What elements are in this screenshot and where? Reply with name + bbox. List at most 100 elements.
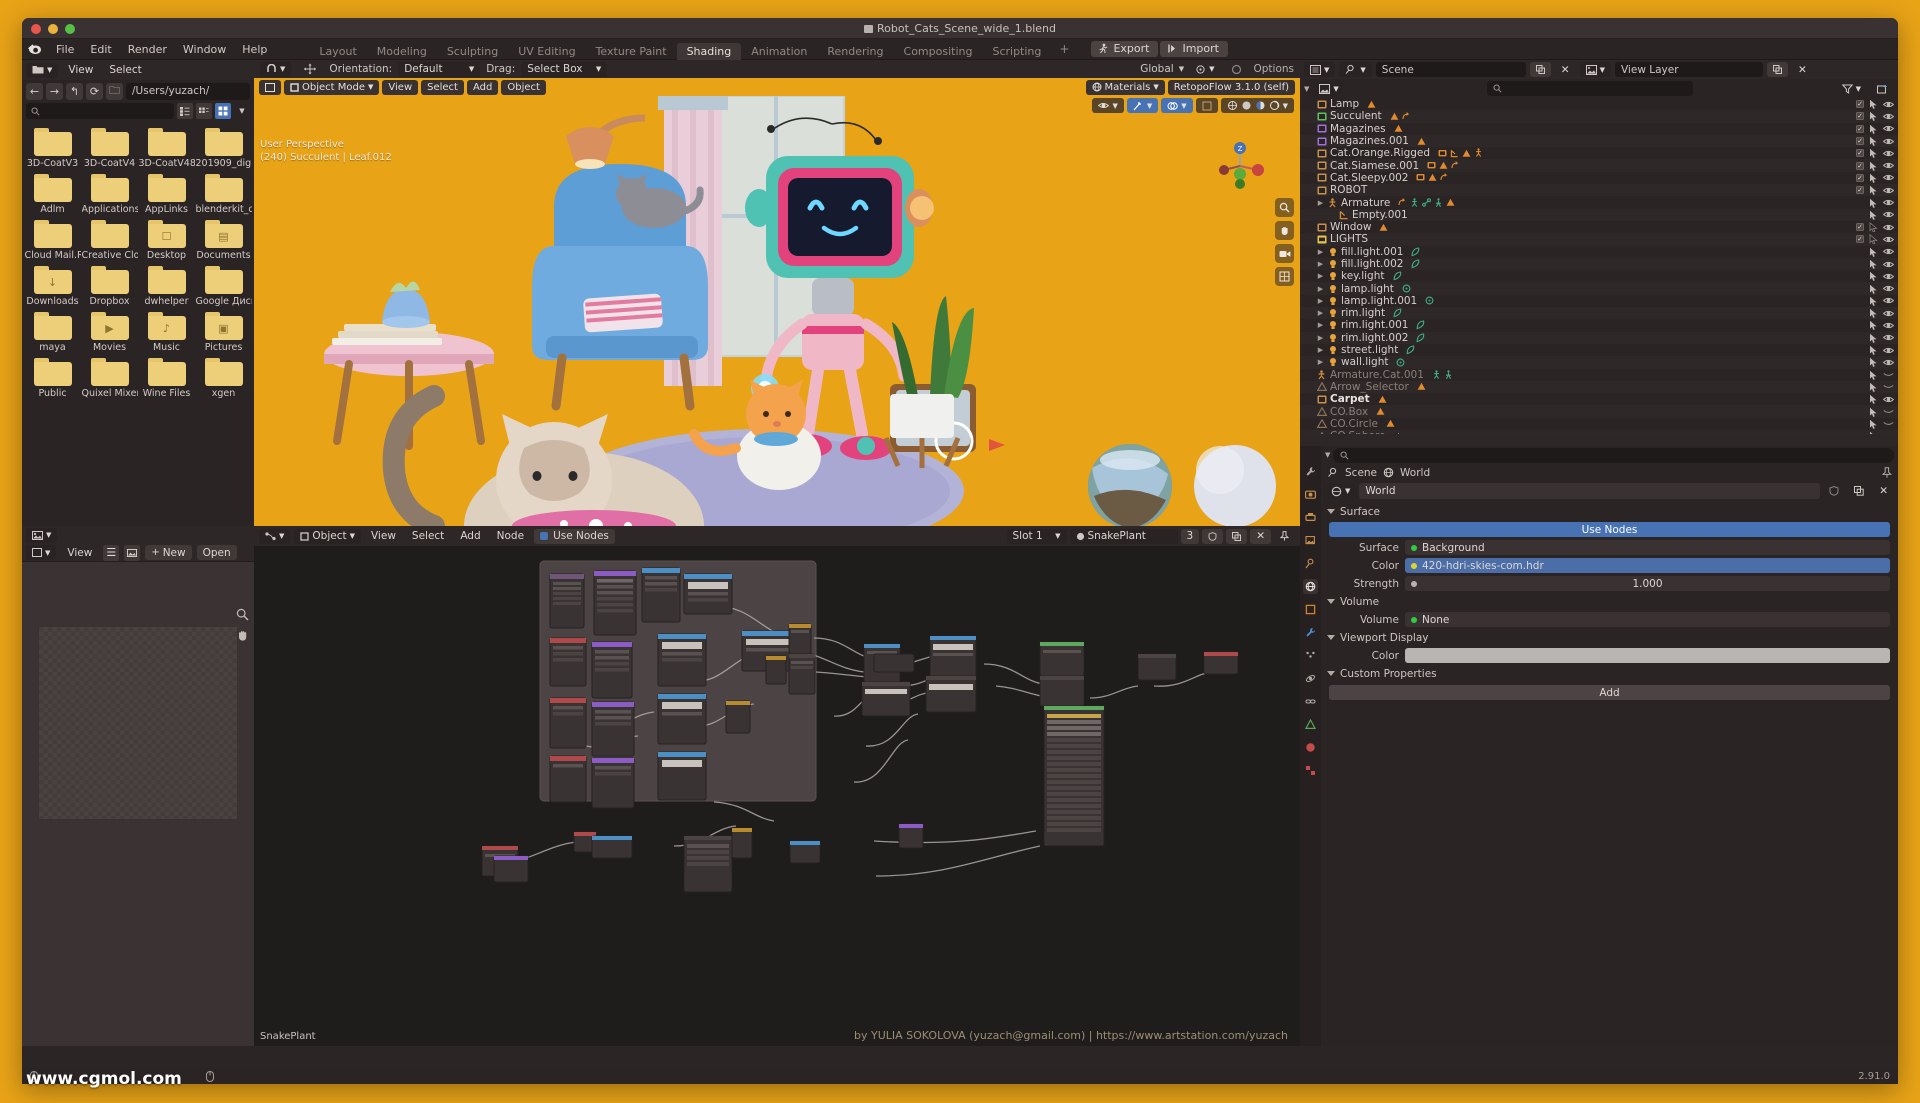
shader-node-menu[interactable]: Node	[491, 529, 530, 544]
volume-field-value[interactable]: None	[1405, 612, 1890, 627]
tab-animation[interactable]: Animation	[741, 43, 817, 60]
outliner-row[interactable]: Cat.Sleepy.002 ✓	[1300, 172, 1898, 184]
outliner-row[interactable]: Empty.001	[1300, 208, 1898, 221]
expand-arrow-icon[interactable]: ▶	[1315, 297, 1326, 305]
image-browse-icon[interactable]	[124, 544, 141, 561]
visibility-toggle-icon[interactable]	[1883, 173, 1894, 182]
file-item[interactable]: Adlm	[24, 174, 81, 215]
file-item[interactable]: 3D-CoatV3	[24, 128, 81, 169]
selectable-toggle-icon[interactable]	[1869, 394, 1878, 405]
mod-badge-icon[interactable]	[1386, 419, 1395, 428]
selectable-toggle-icon[interactable]	[1869, 271, 1878, 282]
properties-tab-data[interactable]	[1303, 717, 1318, 732]
file-item[interactable]: Applications	[81, 174, 138, 215]
pointlight-badge-icon[interactable]	[1402, 284, 1411, 293]
lightdata-badge-icon[interactable]	[1393, 308, 1402, 318]
display-mode-thumbnail-icon[interactable]	[215, 103, 231, 119]
expand-arrow-icon[interactable]: ▶	[1315, 346, 1326, 354]
pose-badge-icon[interactable]	[1432, 369, 1441, 380]
file-item[interactable]: ♪ Music	[138, 312, 195, 353]
proportional-editing-icon[interactable]	[297, 62, 323, 77]
mod-badge-icon[interactable]	[1376, 407, 1385, 416]
file-item[interactable]: AppLinks	[138, 174, 195, 215]
visibility-toggle-icon[interactable]	[1883, 186, 1894, 195]
selectable-toggle-icon[interactable]	[1869, 370, 1878, 380]
tab-texture-paint[interactable]: Texture Paint	[586, 43, 677, 60]
image-open-button[interactable]: Open	[196, 545, 237, 560]
outliner-row[interactable]: Magazines.001 ✓	[1300, 134, 1898, 148]
xray-toggle[interactable]	[1195, 98, 1218, 113]
curve-badge-icon[interactable]	[1398, 198, 1407, 207]
visibility-toggle-icon[interactable]	[1883, 161, 1894, 170]
file-item[interactable]: maya	[24, 312, 81, 353]
selectable-toggle-icon[interactable]	[1869, 124, 1878, 134]
outliner-filter-icon[interactable]: ▼	[1836, 81, 1867, 96]
surface-panel-header[interactable]: Surface	[1321, 504, 1898, 519]
image-editor-type-selector[interactable]: ▼	[26, 527, 58, 543]
viewport-select-menu[interactable]: Select	[421, 79, 464, 95]
pose2-badge-icon[interactable]	[1434, 197, 1443, 208]
orientation-dropdown[interactable]: Default ▼	[398, 61, 481, 77]
selectable-toggle-icon[interactable]	[1869, 419, 1878, 429]
file-view-menu[interactable]: View	[62, 63, 99, 78]
volume-panel-header[interactable]: Volume	[1321, 594, 1898, 609]
visibility-toggle-icon[interactable]	[1883, 235, 1894, 244]
menu-file[interactable]: File	[48, 39, 82, 60]
properties-tab-render[interactable]	[1303, 487, 1318, 502]
visibility-toggle-icon[interactable]	[1883, 223, 1894, 232]
visibility-dropdown[interactable]: ▼	[1092, 98, 1124, 113]
visibility-toggle-icon[interactable]	[1883, 395, 1894, 404]
zoom-tool-icon[interactable]	[234, 606, 250, 622]
tab-shading[interactable]: Shading	[676, 42, 742, 60]
tab-modeling[interactable]: Modeling	[367, 43, 437, 60]
shader-add-menu[interactable]: Add	[454, 529, 486, 544]
file-item[interactable]: Wine Files	[138, 358, 195, 399]
material-slot-dropdown[interactable]: Slot 1 ▼	[1006, 528, 1067, 544]
curve-badge-icon[interactable]	[1440, 173, 1449, 182]
visibility-toggle-icon[interactable]	[1883, 407, 1894, 416]
selectable-toggle-icon[interactable]	[1869, 136, 1878, 146]
properties-tab-output[interactable]	[1303, 510, 1318, 525]
surface-field-value[interactable]: Background	[1405, 540, 1890, 555]
selectable-toggle-icon[interactable]	[1869, 357, 1878, 368]
visibility-toggle-icon[interactable]	[1883, 260, 1894, 269]
new-world-icon[interactable]	[1848, 484, 1870, 499]
selectable-toggle-icon[interactable]	[1869, 111, 1878, 122]
nav-back-icon[interactable]: ←	[26, 82, 43, 100]
outliner-row[interactable]: LIGHTS ✓	[1300, 233, 1898, 246]
shader-select-menu[interactable]: Select	[406, 529, 450, 544]
outliner-row[interactable]: CO.Circle	[1300, 418, 1898, 430]
viewport-add-menu[interactable]: Add	[466, 79, 499, 95]
material-users-count[interactable]: 3	[1180, 528, 1200, 544]
navigation-gizmo[interactable]: Z	[1214, 140, 1266, 192]
breadcrumb-world-label[interactable]: World	[1400, 467, 1430, 479]
new-collection-icon[interactable]	[1871, 81, 1894, 96]
remove-view-layer-icon[interactable]: ✕	[1792, 62, 1813, 77]
expand-arrow-icon[interactable]: ▶	[1315, 358, 1326, 366]
selectable-toggle-icon[interactable]	[1869, 345, 1878, 355]
properties-tab-texture[interactable]	[1303, 763, 1318, 778]
new-scene-icon[interactable]	[1529, 62, 1551, 77]
selectable-toggle-icon[interactable]	[1869, 320, 1878, 331]
editor-type-3dview[interactable]	[259, 79, 281, 95]
world-name-input[interactable]: World	[1359, 483, 1821, 499]
outliner-row[interactable]: ▶ wall.light	[1300, 356, 1898, 369]
unlink-world-icon[interactable]: ✕	[1873, 484, 1894, 499]
expand-arrow-icon[interactable]: ▶	[1315, 309, 1326, 317]
lightdata-badge-icon[interactable]	[1411, 247, 1420, 257]
viewport-color-swatch[interactable]	[1405, 648, 1890, 663]
image-pivot-icon[interactable]: ☰	[103, 544, 120, 561]
enable-checkbox[interactable]: ✓	[1856, 223, 1864, 232]
lightdata-badge-icon[interactable]	[1411, 259, 1420, 269]
visibility-toggle-icon[interactable]	[1883, 100, 1894, 109]
visibility-toggle-icon[interactable]	[1883, 124, 1894, 133]
retopoflow-button[interactable]: RetopoFlow 3.1.0 (self)	[1167, 79, 1295, 95]
outliner-search-input[interactable]	[1487, 81, 1694, 96]
viewport-object-menu[interactable]: Object	[501, 79, 546, 95]
outliner-row[interactable]: Cat.Siamese.001 ✓	[1300, 159, 1898, 172]
shader-node-canvas[interactable]: SnakePlant by YULIA SOKOLOVA (yuzach@gma…	[254, 546, 1300, 1046]
properties-tab-modifiers[interactable]	[1303, 625, 1318, 640]
properties-tab-tool[interactable]	[1303, 464, 1318, 479]
strength-field-value[interactable]: 1.000	[1405, 576, 1890, 591]
mod-badge-icon[interactable]	[1378, 395, 1387, 404]
